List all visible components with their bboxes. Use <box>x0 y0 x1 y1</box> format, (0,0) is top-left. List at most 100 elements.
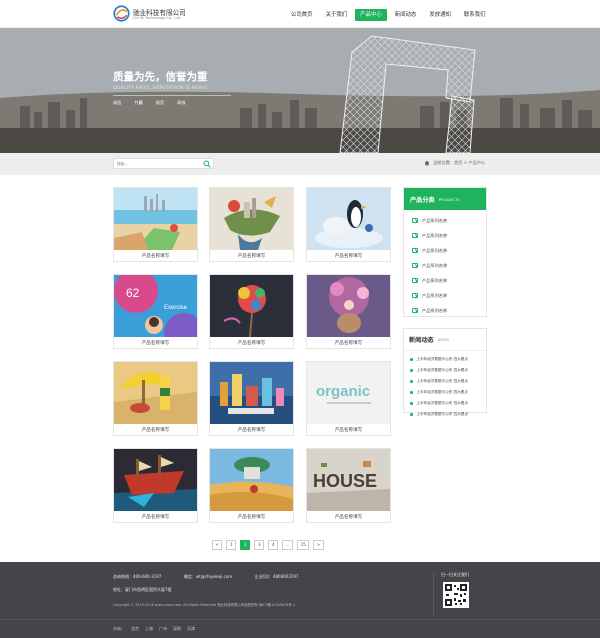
banner-slogan: 质量为先，信誉为重 <box>113 71 208 83</box>
product-name: 产品名称填写 <box>334 341 363 346</box>
search-bar: 当前位置：首页 > 产品中心 <box>0 153 600 175</box>
pagination: < 1 2 3 4 ... 15 > <box>212 540 328 550</box>
news-item[interactable]: 上半年经济数据今公布 四大看点 <box>404 365 486 376</box>
product-thumbnail-tea <box>114 362 197 424</box>
city-link[interactable]: 深圳 <box>173 626 181 632</box>
page-button[interactable]: 4 <box>268 540 279 550</box>
category-item[interactable]: 产品系列名称 <box>404 213 486 228</box>
arrow-right-icon <box>412 218 418 223</box>
product-name: 产品名称填写 <box>141 254 170 259</box>
product-name: 产品名称填写 <box>237 428 266 433</box>
news-panel-subtitle: NEWS <box>437 337 450 342</box>
logo[interactable]: 驰业科技有限公司 Chi Ye Technology Co., Ltd. <box>113 5 213 25</box>
product-thumbnail-flower <box>307 275 390 337</box>
product-card[interactable]: 产品名称填写 <box>209 448 294 523</box>
arrow-right-icon <box>412 308 418 313</box>
news-panel: 新闻动态 NEWS 上半年经济数据今公布 四大看点 上半年经济数据今公布 四大看… <box>403 328 487 416</box>
footer-bottom-bar: 分站： 北京 上海 广州 深圳 天津 <box>0 619 600 638</box>
news-item[interactable]: 上半年经济数据今公布 四大看点 <box>404 398 486 409</box>
exercise-number: 62 <box>126 286 140 300</box>
category-panel: 产品分类 PRODUCTS 产品系列名称 产品系列名称 产品系列名称 产品系列名… <box>403 187 487 317</box>
logo-icon <box>113 5 130 22</box>
product-card[interactable]: 产品名称填写 <box>113 361 198 436</box>
nav-products[interactable]: 产品中心 <box>355 9 387 21</box>
arrow-right-icon <box>412 293 418 298</box>
category-item[interactable]: 产品系列名称 <box>404 288 486 303</box>
search-icon[interactable] <box>203 160 211 168</box>
news-item[interactable]: 上半年经济数据今公布 四大看点 <box>404 409 486 420</box>
banner-tags: 诚信 共赢 规范 高效 <box>113 100 199 106</box>
product-thumbnail-penguin <box>307 188 390 250</box>
bullet-icon <box>410 413 413 416</box>
page-button[interactable]: 3 <box>254 540 265 550</box>
city-link[interactable]: 广州 <box>159 626 167 632</box>
site-footer: 咨询热线：400-600-3197 微信：wt@chiyekeji.com 企业… <box>0 562 600 638</box>
nav-news[interactable]: 新闻动态 <box>390 9 422 21</box>
bullet-icon <box>410 391 413 394</box>
bullet-icon <box>410 380 413 383</box>
category-item[interactable]: 产品系列名称 <box>404 228 486 243</box>
banner-slogan-en: QUALITY FIRST, REPUTATION IS HEAVY <box>113 86 208 91</box>
page-button-current[interactable]: 2 <box>240 540 251 550</box>
footer-hotline: 400-600-3197 <box>133 574 162 579</box>
product-thumbnail-exercise: 62 Exercise <box>114 275 197 337</box>
product-name: 产品名称填写 <box>141 428 170 433</box>
category-item[interactable]: 产品系列名称 <box>404 303 486 318</box>
category-item[interactable]: 产品系列名称 <box>404 273 486 288</box>
category-item[interactable]: 产品系列名称 <box>404 258 486 273</box>
banner-tag: 高效 <box>177 100 186 105</box>
page-button[interactable]: 15 <box>297 540 310 550</box>
hero-banner: 质量为先，信誉为重 QUALITY FIRST, REPUTATION IS H… <box>0 28 600 153</box>
news-item[interactable]: 上半年经济数据今公布 四大看点 <box>404 376 486 387</box>
arrow-right-icon <box>412 278 418 283</box>
page-ellipsis: ... <box>282 540 294 550</box>
product-card[interactable]: 产品名称填写 <box>306 274 391 349</box>
news-panel-header: 新闻动态 NEWS <box>404 329 486 351</box>
nav-notice[interactable]: 发放通知 <box>424 9 456 21</box>
city-label: 分站： <box>113 626 125 631</box>
product-thumbnail-ink <box>210 275 293 337</box>
product-card[interactable]: 产品名称填写 <box>209 361 294 436</box>
bullet-icon <box>410 369 413 372</box>
prev-page-button[interactable]: < <box>212 540 223 550</box>
qr-title: 扫一扫关注我们 <box>441 572 469 577</box>
city-link[interactable]: 天津 <box>187 626 195 632</box>
footer-copyright: Copyright © 2015-2016 www.chiye.com. All… <box>113 603 296 607</box>
search-input[interactable] <box>117 161 197 167</box>
footer-qq: 4806003197 <box>272 574 299 579</box>
arrow-right-icon <box>412 248 418 253</box>
logo-name-en: Chi Ye Technology Co., Ltd. <box>133 16 182 20</box>
nav-contact[interactable]: 联系我们 <box>459 9 491 21</box>
city-link[interactable]: 北京 <box>131 626 139 632</box>
product-card[interactable]: 产品名称填写 <box>113 187 198 262</box>
product-thumbnail-ship <box>114 449 197 511</box>
news-item[interactable]: 上半年经济数据今公布 四大看点 <box>404 387 486 398</box>
city-links: 分站： 北京 上海 广州 深圳 天津 <box>113 626 201 632</box>
bullet-icon <box>410 358 413 361</box>
product-card[interactable]: HOUSE 产品名称填写 <box>306 448 391 523</box>
banner-divider <box>113 95 231 96</box>
nav-home[interactable]: 公司首页 <box>286 9 318 21</box>
product-card[interactable]: 产品名称填写 <box>209 187 294 262</box>
product-card[interactable]: 产品名称填写 <box>209 274 294 349</box>
product-grid: 产品名称填写 产品名称填写 产品名称填写 62 Exercise 产品名称填写 <box>113 187 395 527</box>
search-box <box>113 158 214 169</box>
breadcrumb: 当前位置：首页 > 产品中心 <box>424 160 485 166</box>
nav-about[interactable]: 关于我们 <box>321 9 353 21</box>
product-card[interactable]: organic 产品名称填写 <box>306 361 391 436</box>
product-card[interactable]: 62 Exercise 产品名称填写 <box>113 274 198 349</box>
next-page-button[interactable]: > <box>313 540 324 550</box>
product-name: 产品名称填写 <box>141 341 170 346</box>
product-thumbnail-city <box>210 362 293 424</box>
product-name: 产品名称填写 <box>237 341 266 346</box>
city-link[interactable]: 上海 <box>145 626 153 632</box>
product-card[interactable]: 产品名称填写 <box>113 448 198 523</box>
breadcrumb-text: 当前位置：首页 > 产品中心 <box>433 160 486 165</box>
news-item[interactable]: 上半年经济数据今公布 四大看点 <box>404 354 486 365</box>
product-thumbnail-beach <box>114 188 197 250</box>
news-panel-title: 新闻动态 <box>409 337 434 344</box>
product-card[interactable]: 产品名称填写 <box>306 187 391 262</box>
page-button[interactable]: 1 <box>226 540 237 550</box>
category-item[interactable]: 产品系列名称 <box>404 243 486 258</box>
product-name: 产品名称填写 <box>237 254 266 259</box>
